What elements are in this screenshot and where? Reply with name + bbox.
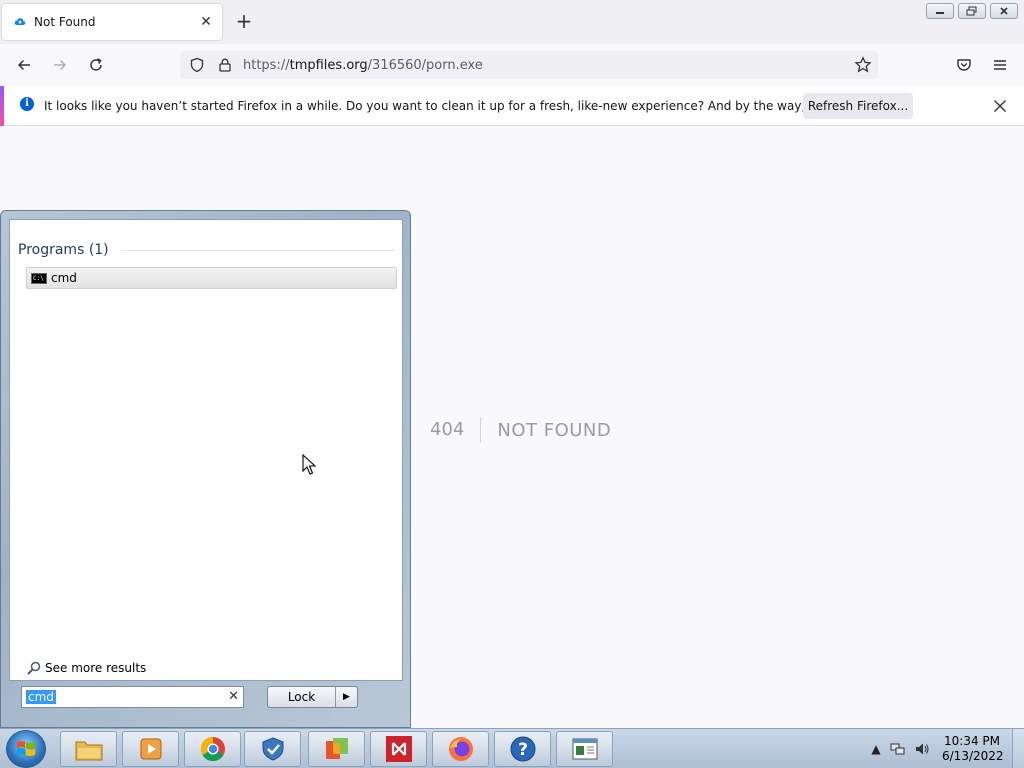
windows-logo-icon xyxy=(17,741,35,756)
tab-strip: Not Found ✕ + xyxy=(0,0,1024,44)
cmd-icon: C:\ xyxy=(31,272,47,284)
taskbar-document-window[interactable] xyxy=(556,731,613,767)
document-window-icon xyxy=(572,738,597,760)
start-menu: Programs (1) C:\ cmd See more results cm… xyxy=(0,210,411,728)
svg-text:?: ? xyxy=(518,740,528,760)
lock-button[interactable]: Lock ▶ xyxy=(267,686,358,708)
menu-button[interactable] xyxy=(989,54,1011,76)
help-icon: ? xyxy=(510,736,535,762)
lock-button-label: Lock xyxy=(268,687,336,707)
new-tab-button[interactable]: + xyxy=(234,11,254,32)
url-host: tmpfiles.org xyxy=(289,58,368,73)
taskbar-help[interactable]: ? xyxy=(494,731,551,767)
arrow-left-icon xyxy=(17,59,30,71)
folder-icon xyxy=(75,741,102,761)
taskbar-media-player[interactable] xyxy=(122,731,179,767)
minimize-icon xyxy=(936,12,944,14)
url-text[interactable]: https://tmpfiles.org/316560/porn.exe xyxy=(243,58,483,73)
security-shield-icon xyxy=(262,737,283,761)
programs-section-header: Programs (1) xyxy=(18,242,394,258)
power-options-arrow-icon[interactable]: ▶ xyxy=(336,687,357,707)
search-results-pane: Programs (1) C:\ cmd See more results xyxy=(9,219,403,681)
tab-not-found[interactable]: Not Found ✕ xyxy=(2,4,222,40)
show-desktop-button[interactable] xyxy=(1012,729,1024,768)
see-more-label: See more results xyxy=(45,661,147,675)
taskbar: ? ▲ 10:34 PM 6/13/2022 xyxy=(0,728,1024,768)
taskbar-chrome[interactable] xyxy=(184,731,241,767)
error-text: NOT FOUND xyxy=(497,419,612,441)
restore-icon xyxy=(966,6,977,16)
clock-time: 10:34 PM xyxy=(944,734,1000,748)
notification-accent-stripe xyxy=(0,86,4,126)
tab-title: Not Found xyxy=(34,15,96,29)
url-scheme: https:// xyxy=(243,58,290,73)
forward-button[interactable] xyxy=(49,54,71,76)
start-button[interactable] xyxy=(6,730,46,768)
hamburger-menu-icon xyxy=(994,60,1006,70)
taskbar-security-center[interactable] xyxy=(244,731,301,767)
error-code: 404 xyxy=(430,417,482,443)
mouse-cursor-icon xyxy=(302,454,316,475)
close-tab-icon[interactable]: ✕ xyxy=(198,14,214,30)
restore-button[interactable] xyxy=(958,3,986,19)
notification-message: It looks like you haven’t started Firefo… xyxy=(44,99,900,113)
bookmark-star-icon[interactable] xyxy=(854,56,872,74)
system-tray: ▲ 10:34 PM 6/13/2022 xyxy=(866,729,1024,768)
office-icon xyxy=(325,738,348,759)
start-search-input[interactable]: cmd ✕ xyxy=(21,686,244,708)
cloud-upload-icon xyxy=(14,18,26,25)
refresh-notification-bar: i It looks like you haven’t started Fire… xyxy=(0,86,1024,126)
search-result-label: cmd xyxy=(51,271,77,285)
reload-icon xyxy=(90,58,102,71)
back-button[interactable] xyxy=(13,54,35,76)
close-notification-icon[interactable] xyxy=(990,96,1010,116)
arrow-right-icon xyxy=(54,59,67,71)
magnifier-icon xyxy=(27,661,41,675)
taskbar-file-explorer[interactable] xyxy=(60,731,117,767)
address-bar[interactable]: https://tmpfiles.org/316560/porn.exe xyxy=(180,51,878,79)
search-input-value: cmd xyxy=(26,690,56,704)
clock-date: 6/13/2022 xyxy=(942,749,1004,763)
navigation-toolbar: https://tmpfiles.org/316560/porn.exe xyxy=(0,44,1024,86)
not-found-message: 404 NOT FOUND xyxy=(430,417,611,443)
section-divider xyxy=(120,249,394,251)
taskbar-firefox[interactable] xyxy=(432,731,489,767)
see-more-results-link[interactable]: See more results xyxy=(26,660,146,676)
shield-icon[interactable] xyxy=(188,56,206,74)
info-icon: i xyxy=(20,97,34,111)
pocket-button[interactable] xyxy=(953,54,975,76)
refresh-firefox-button[interactable]: Refresh Firefox... xyxy=(803,93,913,119)
show-hidden-icons-icon[interactable]: ▲ xyxy=(868,741,884,757)
close-icon xyxy=(1000,7,1008,15)
lock-icon[interactable] xyxy=(216,56,234,74)
media-player-icon xyxy=(140,738,161,760)
programs-section-title: Programs (1) xyxy=(18,242,109,258)
url-path: /316560/porn.exe xyxy=(367,58,483,73)
firefox-icon xyxy=(448,737,473,761)
network-icon[interactable] xyxy=(890,741,906,757)
minimize-button[interactable] xyxy=(926,3,954,19)
visual-studio-icon xyxy=(385,736,412,762)
clear-search-icon[interactable]: ✕ xyxy=(228,689,239,704)
taskbar-visual-studio[interactable] xyxy=(370,731,427,767)
clock[interactable]: 10:34 PM 6/13/2022 xyxy=(942,734,1004,764)
chrome-icon xyxy=(200,737,225,762)
reload-button[interactable] xyxy=(85,54,107,76)
search-result-cmd[interactable]: C:\ cmd xyxy=(26,267,397,289)
close-window-button[interactable] xyxy=(990,3,1018,19)
volume-icon[interactable] xyxy=(914,741,930,757)
taskbar-office[interactable] xyxy=(308,731,365,767)
pocket-icon xyxy=(957,59,971,71)
